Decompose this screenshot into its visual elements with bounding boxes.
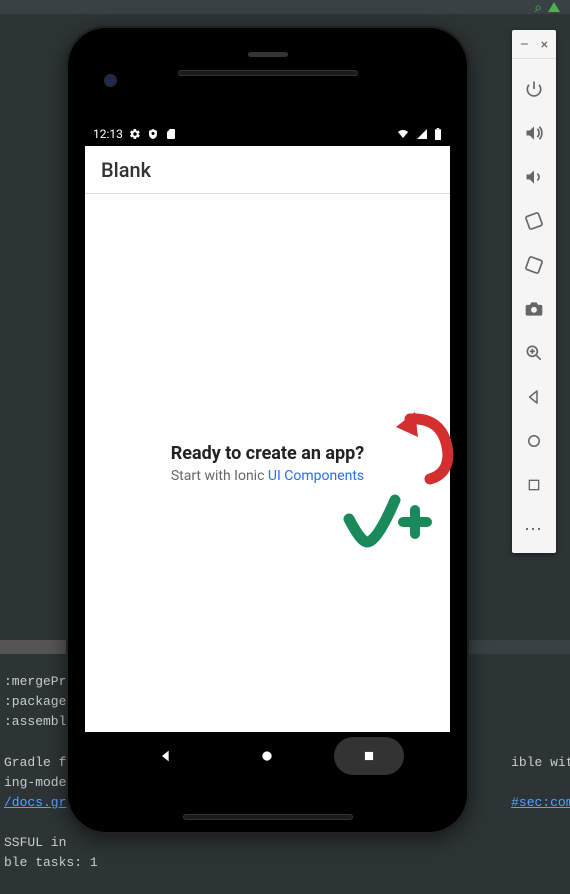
zoom-icon[interactable]	[520, 339, 548, 367]
status-time: 12:13	[93, 127, 123, 141]
subline-prefix: Start with Ionic	[171, 468, 268, 484]
terminal-line: ible with Gr	[511, 755, 570, 770]
terminal-line: :assembl	[4, 714, 66, 729]
phone-notch	[248, 52, 288, 57]
close-button[interactable]: ×	[541, 38, 548, 52]
terminal-line: :mergePr	[4, 674, 66, 689]
volume-down-icon[interactable]	[520, 163, 548, 191]
rotate-left-icon[interactable]	[520, 207, 548, 235]
emulator-toolbar: – × ⋯	[512, 30, 556, 553]
minimize-button[interactable]: –	[520, 38, 529, 52]
content-headline: Ready to create an app?	[171, 443, 365, 464]
sim-icon	[165, 128, 177, 140]
app-content: Ready to create an app? Start with Ionic…	[85, 194, 450, 732]
page-title: Blank	[101, 158, 151, 182]
power-icon[interactable]	[520, 75, 548, 103]
front-camera	[104, 74, 117, 87]
search-icon[interactable]: ⌕	[534, 0, 542, 16]
arrow-annotation-icon	[390, 409, 460, 489]
phone-frame: 12:13 Blank Ready to	[66, 26, 469, 834]
overview-icon[interactable]	[520, 471, 548, 499]
terminal-line: ing-mode	[4, 775, 66, 790]
gear-icon	[129, 128, 141, 140]
terminal-line: SSFUL in	[4, 835, 66, 850]
home-icon[interactable]	[520, 427, 548, 455]
ui-components-link[interactable]: UI Components	[268, 468, 364, 484]
signal-icon	[416, 128, 428, 140]
terminal-line: ble tasks: 1	[4, 855, 98, 870]
checkmark-annotation-icon	[343, 494, 433, 549]
back-icon[interactable]	[520, 383, 548, 411]
speaker-top	[178, 70, 358, 76]
rotate-right-icon[interactable]	[520, 251, 548, 279]
content-subline: Start with Ionic UI Components	[171, 468, 364, 484]
shield-icon	[147, 128, 159, 140]
status-bar: 12:13	[85, 122, 450, 146]
terminal-line: :package	[4, 694, 66, 709]
terminal-link[interactable]: /docs.gr	[4, 795, 66, 810]
more-icon[interactable]: ⋯	[520, 515, 548, 543]
terminal-line: Gradle f	[4, 755, 66, 770]
volume-up-icon[interactable]	[520, 119, 548, 147]
android-navbar	[85, 732, 450, 780]
terminal-link[interactable]: #sec:command_	[511, 795, 570, 810]
speaker-bottom	[183, 814, 353, 820]
ide-topbar: ⌕	[0, 0, 570, 14]
wifi-icon	[396, 128, 410, 140]
app-header: Blank	[85, 146, 450, 194]
nav-overview-button[interactable]	[334, 737, 404, 775]
nav-back-button[interactable]	[131, 737, 201, 775]
camera-icon[interactable]	[520, 295, 548, 323]
nav-home-button[interactable]	[232, 737, 302, 775]
phone-screen: 12:13 Blank Ready to	[85, 122, 450, 780]
battery-icon	[434, 128, 442, 140]
